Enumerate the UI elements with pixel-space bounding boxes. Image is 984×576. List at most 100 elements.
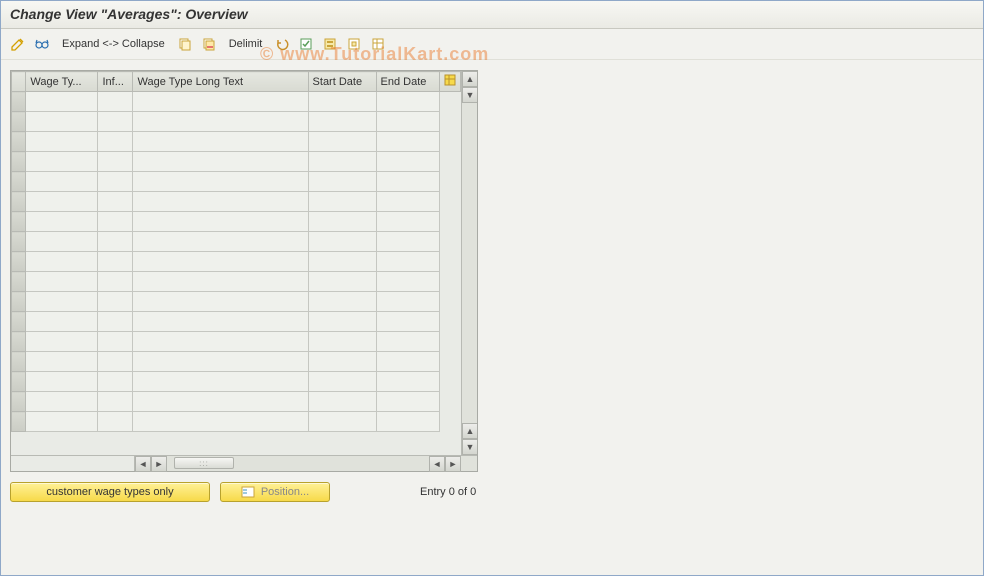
col-configure[interactable]: [440, 72, 461, 92]
table-cell[interactable]: [308, 332, 376, 352]
row-selector[interactable]: [12, 372, 26, 392]
table-cell[interactable]: [376, 392, 440, 412]
table-row[interactable]: [12, 332, 461, 352]
scroll-up-icon[interactable]: ▲: [462, 71, 477, 87]
table-cell[interactable]: [26, 332, 98, 352]
table-cell[interactable]: [98, 152, 133, 172]
table-cell[interactable]: [98, 392, 133, 412]
table-cell[interactable]: [308, 192, 376, 212]
table-cell[interactable]: [376, 412, 440, 432]
table-cell[interactable]: [308, 272, 376, 292]
table-cell[interactable]: [133, 292, 308, 312]
table-cell[interactable]: [26, 152, 98, 172]
table-cell[interactable]: [26, 172, 98, 192]
col-inf[interactable]: Inf...: [98, 72, 133, 92]
table-cell[interactable]: [308, 92, 376, 112]
row-selector-header[interactable]: [12, 72, 26, 92]
table-row[interactable]: [12, 392, 461, 412]
table-cell[interactable]: [376, 332, 440, 352]
select-all-icon[interactable]: [296, 34, 316, 54]
table-cell[interactable]: [98, 192, 133, 212]
table-row[interactable]: [12, 272, 461, 292]
table-cell[interactable]: [98, 92, 133, 112]
table-cell[interactable]: [376, 192, 440, 212]
copy-icon[interactable]: [175, 34, 195, 54]
table-cell[interactable]: [133, 132, 308, 152]
scroll-left-icon[interactable]: ◄: [135, 456, 151, 472]
row-selector[interactable]: [12, 412, 26, 432]
table-cell[interactable]: [308, 252, 376, 272]
table-cell[interactable]: [26, 372, 98, 392]
table-row[interactable]: [12, 192, 461, 212]
table-cell[interactable]: [133, 92, 308, 112]
table-cell[interactable]: [376, 272, 440, 292]
row-selector[interactable]: [12, 312, 26, 332]
table-row[interactable]: [12, 412, 461, 432]
table-cell[interactable]: [133, 392, 308, 412]
table-cell[interactable]: [308, 392, 376, 412]
table-cell[interactable]: [308, 372, 376, 392]
customer-wage-types-button[interactable]: customer wage types only: [10, 482, 210, 502]
table-cell[interactable]: [376, 312, 440, 332]
table-cell[interactable]: [98, 332, 133, 352]
table-cell[interactable]: [308, 312, 376, 332]
table-row[interactable]: [12, 212, 461, 232]
table-cell[interactable]: [26, 352, 98, 372]
row-selector[interactable]: [12, 172, 26, 192]
copy2-icon[interactable]: [199, 34, 219, 54]
table-cell[interactable]: [26, 312, 98, 332]
table-cell[interactable]: [376, 172, 440, 192]
table-cell[interactable]: [26, 92, 98, 112]
table-cell[interactable]: [26, 112, 98, 132]
table-cell[interactable]: [308, 232, 376, 252]
table-cell[interactable]: [133, 112, 308, 132]
table-settings-icon[interactable]: [368, 34, 388, 54]
table-cell[interactable]: [308, 352, 376, 372]
table-cell[interactable]: [26, 212, 98, 232]
row-selector[interactable]: [12, 92, 26, 112]
table-cell[interactable]: [98, 212, 133, 232]
table-cell[interactable]: [376, 352, 440, 372]
scroll-left-small-icon[interactable]: ◄: [429, 456, 445, 472]
row-selector[interactable]: [12, 292, 26, 312]
table-cell[interactable]: [308, 152, 376, 172]
row-selector[interactable]: [12, 352, 26, 372]
row-selector[interactable]: [12, 392, 26, 412]
table-cell[interactable]: [308, 292, 376, 312]
table-cell[interactable]: [376, 152, 440, 172]
row-selector[interactable]: [12, 272, 26, 292]
col-end-date[interactable]: End Date: [376, 72, 440, 92]
vertical-scrollbar[interactable]: ▲ ▼ ▲ ▼: [461, 71, 477, 455]
table-cell[interactable]: [133, 412, 308, 432]
table-cell[interactable]: [26, 232, 98, 252]
table-cell[interactable]: [98, 132, 133, 152]
table-row[interactable]: [12, 312, 461, 332]
table-cell[interactable]: [26, 252, 98, 272]
scroll-down-icon[interactable]: ▼: [462, 439, 477, 455]
row-selector[interactable]: [12, 192, 26, 212]
col-start-date[interactable]: Start Date: [308, 72, 376, 92]
table-cell[interactable]: [133, 172, 308, 192]
table-cell[interactable]: [133, 372, 308, 392]
table-cell[interactable]: [308, 112, 376, 132]
table-cell[interactable]: [133, 352, 308, 372]
table-cell[interactable]: [376, 292, 440, 312]
deselect-icon[interactable]: [344, 34, 364, 54]
row-selector[interactable]: [12, 152, 26, 172]
scroll-down-small-icon[interactable]: ▼: [462, 87, 477, 103]
table-cell[interactable]: [376, 372, 440, 392]
table-cell[interactable]: [376, 112, 440, 132]
table-row[interactable]: [12, 132, 461, 152]
table-cell[interactable]: [98, 312, 133, 332]
table-row[interactable]: [12, 292, 461, 312]
table-cell[interactable]: [98, 252, 133, 272]
table-row[interactable]: [12, 172, 461, 192]
table-cell[interactable]: [98, 372, 133, 392]
table-cell[interactable]: [376, 252, 440, 272]
table-cell[interactable]: [133, 332, 308, 352]
table-cell[interactable]: [98, 292, 133, 312]
table-cell[interactable]: [376, 212, 440, 232]
table-cell[interactable]: [308, 212, 376, 232]
table-cell[interactable]: [98, 272, 133, 292]
table-cell[interactable]: [133, 212, 308, 232]
